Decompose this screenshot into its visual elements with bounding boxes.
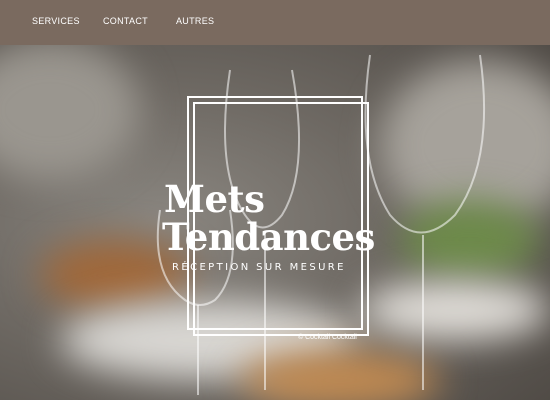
top-navigation-bar: SERVICES CONTACT AUTRES [0, 0, 550, 45]
brand-title-line1: Mets [164, 177, 265, 221]
nav-link-contact[interactable]: CONTACT [103, 16, 148, 26]
photo-credit: © Cocktail Cocktail [298, 334, 357, 341]
brand-title-line2: Tendances [162, 215, 375, 259]
nav-link-autres[interactable]: AUTRES [176, 16, 214, 26]
brand-subtitle: RÉCEPTION SUR MESURE [172, 262, 346, 273]
nav-link-services[interactable]: SERVICES [32, 16, 80, 26]
brand-logo: Mets Tendances RÉCEPTION SUR MESURE [140, 178, 410, 278]
